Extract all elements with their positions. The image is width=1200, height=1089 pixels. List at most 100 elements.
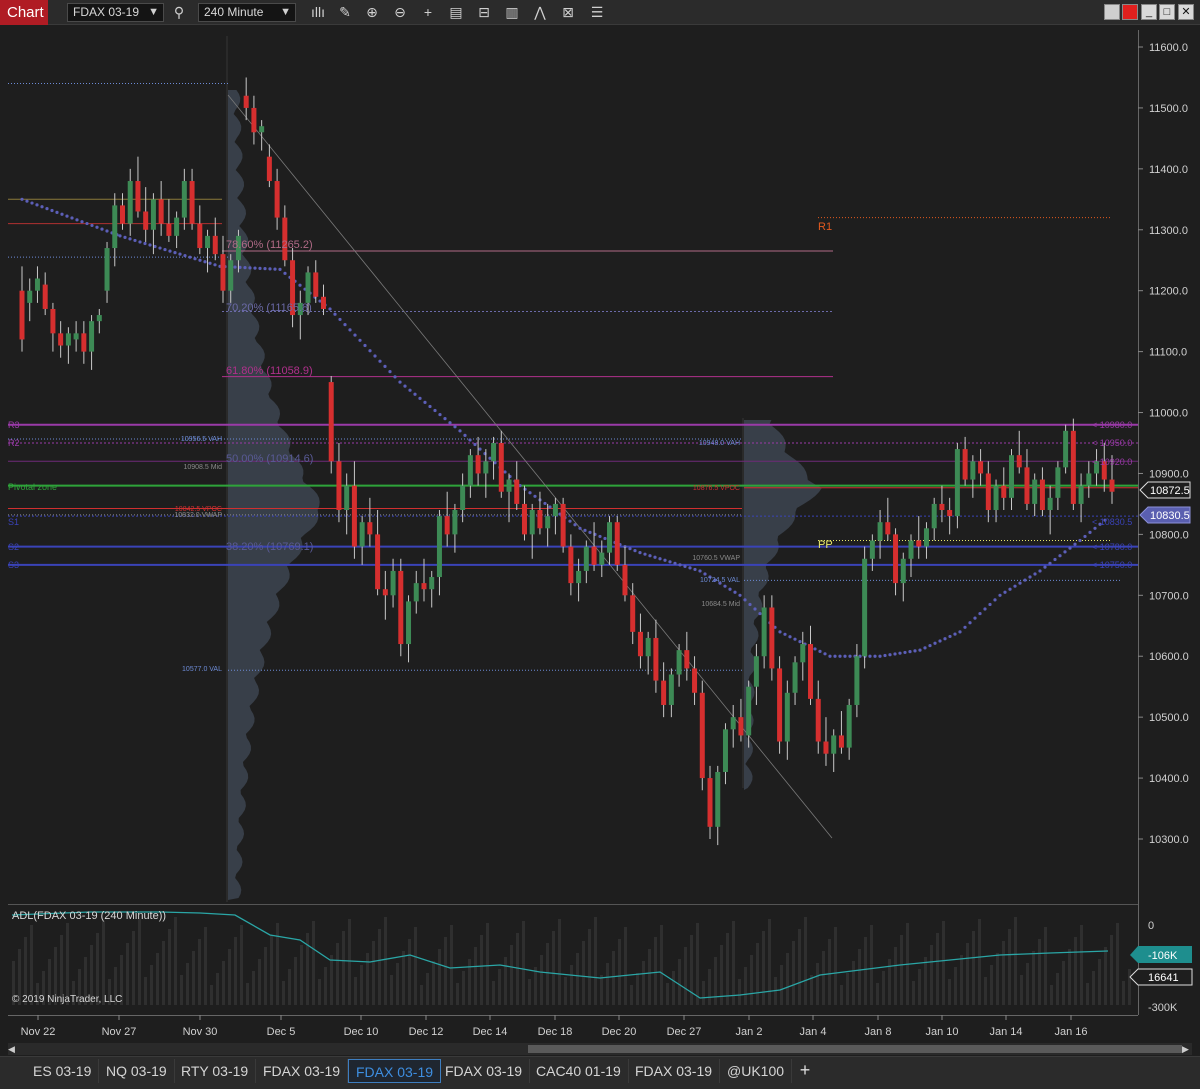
adl-bar xyxy=(822,951,825,1005)
adl-bar xyxy=(420,985,423,1005)
pivot-pp-label: PP xyxy=(818,539,833,551)
tab-fdax-3[interactable]: FDAX 03-19 xyxy=(438,1059,531,1083)
tab-fdax-1[interactable]: FDAX 03-19 xyxy=(256,1059,349,1083)
time-tick-label: Jan 2 xyxy=(736,1026,763,1038)
strategies-icon[interactable]: ⋀ xyxy=(530,3,550,22)
adl-bar xyxy=(738,979,741,1005)
search-icon[interactable]: ⚲ xyxy=(169,3,189,22)
candle-body xyxy=(1001,485,1007,498)
adl-bar xyxy=(294,957,297,1005)
adl-bar xyxy=(444,937,447,1005)
adl-bar xyxy=(384,917,387,1005)
data-box-icon[interactable]: ▤ xyxy=(446,3,466,22)
candle-body xyxy=(483,461,489,474)
price-tick-label: 11200.0 xyxy=(1149,286,1188,298)
horizontal-scrollbar[interactable]: ◀ ▶ xyxy=(8,1043,1192,1055)
adl-bar xyxy=(606,963,609,1005)
ma-dot xyxy=(438,412,442,417)
properties-icon[interactable]: ⊟ xyxy=(474,3,494,22)
ma-dot xyxy=(533,494,537,498)
candle-body xyxy=(112,205,118,249)
time-tick-label: Dec 27 xyxy=(667,1026,702,1038)
tab-rty[interactable]: RTY 03-19 xyxy=(174,1059,257,1083)
adl-bar xyxy=(696,923,699,1005)
interval-selector[interactable]: 240 Minute ▼ xyxy=(198,3,296,22)
price-tick-label: 10500.0 xyxy=(1149,712,1189,724)
tab-uk100[interactable]: @UK100 xyxy=(720,1059,793,1083)
time-axis[interactable]: Nov 22 Nov 27 Nov 30 Dec 5 Dec 10 Dec 12 Dec 1… xyxy=(21,1015,1088,1038)
scroll-left-icon[interactable]: ◀ xyxy=(8,1043,18,1055)
price-tick-label: 11600.0 xyxy=(1149,42,1188,54)
adl-bar xyxy=(312,921,315,1005)
adl-bar xyxy=(828,939,831,1005)
candle-body xyxy=(537,510,543,529)
candle-body xyxy=(81,333,87,352)
ma-dot xyxy=(378,359,382,363)
tab-fdax-active[interactable]: FDAX 03-19 xyxy=(348,1059,442,1083)
instrument-selector[interactable]: FDAX 03-19 ▼ xyxy=(67,3,164,22)
candle-body xyxy=(947,510,953,517)
menu-list-icon[interactable]: ☰ xyxy=(587,3,607,22)
price-axis[interactable]: 11600.0 11500.0 11400.0 11300.0 11200.0 11100… xyxy=(1138,42,1189,846)
crosshair-icon[interactable]: + xyxy=(418,3,438,22)
ma-dot xyxy=(348,328,352,332)
tab-fdax-4[interactable]: FDAX 03-19 xyxy=(628,1059,721,1083)
ma-dot xyxy=(398,380,402,384)
close-icon[interactable]: ✕ xyxy=(1178,4,1194,20)
scroll-right-icon[interactable]: ▶ xyxy=(1182,1043,1192,1055)
ma-dot xyxy=(933,641,937,645)
adl-bar xyxy=(300,945,303,1005)
adl-bar xyxy=(210,985,213,1005)
candle-body xyxy=(854,656,860,705)
candle-body xyxy=(746,686,752,736)
ma-dot xyxy=(753,607,757,611)
templates-icon[interactable]: ⊠ xyxy=(558,3,578,22)
adl-bar xyxy=(222,961,225,1005)
adl-bar xyxy=(654,937,657,1005)
candle-body xyxy=(784,692,790,742)
ma-dot xyxy=(55,210,59,214)
bar-style-icon[interactable]: ıllı xyxy=(308,3,328,22)
add-tab-button[interactable]: + xyxy=(794,1059,816,1083)
candle-body xyxy=(599,552,605,565)
zoom-in-icon[interactable]: ⊕ xyxy=(362,3,382,22)
scroll-thumb[interactable] xyxy=(528,1045,1182,1053)
adl-bar xyxy=(1116,923,1119,1005)
ma-dot xyxy=(778,630,782,634)
adl-bar xyxy=(1008,929,1011,1005)
zoom-out-icon[interactable]: ⊖ xyxy=(390,3,410,22)
ma-dot xyxy=(828,654,832,658)
tab-es[interactable]: ES 03-19 xyxy=(26,1059,100,1083)
ma-dot xyxy=(693,567,697,572)
ma-dot xyxy=(1083,534,1087,539)
ma-dot xyxy=(343,323,347,327)
candle-body xyxy=(630,595,636,632)
draw-tool-icon[interactable]: ✎ xyxy=(335,3,355,22)
candle-body xyxy=(1070,430,1076,504)
adl-bar xyxy=(546,943,549,1005)
link-color-button[interactable] xyxy=(1122,4,1138,20)
tab-nq[interactable]: NQ 03-19 xyxy=(99,1059,175,1083)
ma-dot xyxy=(188,255,192,259)
adl-bar xyxy=(450,925,453,1005)
adl-bar xyxy=(744,967,747,1005)
candle-body xyxy=(707,778,713,827)
adl-bar xyxy=(846,973,849,1005)
vah1-label: 10956.5 VAH xyxy=(181,436,222,443)
ma-dot xyxy=(193,257,197,261)
maximize-icon[interactable]: □ xyxy=(1159,4,1175,20)
price-chart-panel[interactable]: 78.60% (11265.2) 70.20% (11165.8) 61.80%… xyxy=(0,26,1200,1043)
adl-bar xyxy=(330,955,333,1005)
window-color-button[interactable] xyxy=(1104,4,1120,20)
ma-dot xyxy=(953,632,957,636)
candle-body xyxy=(220,254,226,291)
adl-bar xyxy=(192,951,195,1005)
candle-body xyxy=(135,181,141,212)
minimize-icon[interactable]: _ xyxy=(1141,4,1157,20)
ma-dot xyxy=(873,654,877,658)
ma-dot xyxy=(158,246,162,250)
indicators-icon[interactable]: ▥ xyxy=(502,3,522,22)
ma-price-marker: 10830.5 xyxy=(1139,506,1191,524)
tab-cac40[interactable]: CAC40 01-19 xyxy=(529,1059,629,1083)
candle-body xyxy=(467,455,473,486)
